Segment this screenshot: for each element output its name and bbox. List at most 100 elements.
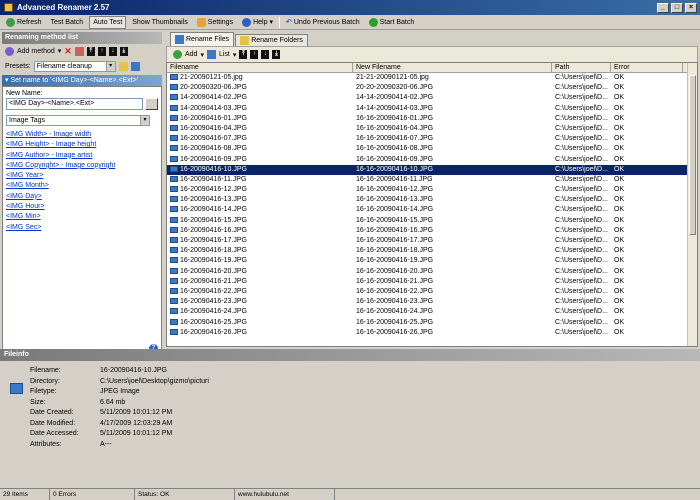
tag-link[interactable]: <IMG Height> - Image height [6, 140, 158, 150]
move-top-icon[interactable]: ⤒ [239, 50, 248, 59]
column-header-filename[interactable]: Filename [167, 63, 353, 72]
folder-icon [240, 36, 250, 45]
cell-filename: 16-20090416-13.JPG [167, 195, 353, 205]
tag-link[interactable]: <IMG Day> [6, 192, 158, 202]
table-row[interactable]: 14-20090414-03.JPG 14-14-20090414-03.JPG C… [167, 104, 697, 114]
move-down-icon[interactable]: ↓ [261, 50, 270, 59]
tag-category-select[interactable]: Image Tags ▾ [6, 115, 150, 126]
table-row[interactable]: 16-20090416-01.JPG 16-16-20090416-01.JPG C… [167, 114, 697, 124]
presets-select[interactable]: Filename cleanup ▾ [33, 60, 116, 72]
open-folder-icon[interactable] [118, 61, 128, 71]
cell-error: OK [614, 257, 625, 265]
vertical-scrollbar[interactable] [687, 63, 697, 346]
move-up-icon[interactable]: ↑ [97, 46, 106, 56]
refresh-button[interactable]: Refresh [3, 16, 45, 29]
add-method-button[interactable]: Add method [17, 48, 55, 55]
help-button[interactable]: Help ▾ [239, 16, 276, 29]
cell-filename: 16-20090416-15.JPG [167, 216, 353, 226]
tag-link[interactable]: <IMG Sec> [6, 223, 158, 233]
app-icon [4, 3, 13, 12]
move-down-icon[interactable]: ↓ [108, 46, 117, 56]
auto-test-toggle[interactable]: Auto Test [89, 15, 127, 29]
table-row[interactable]: 16-20090416-10.JPG 16-16-20090416-10.JPG C… [167, 164, 697, 175]
tab-rename-folders[interactable]: Rename Folders [235, 34, 308, 46]
table-row[interactable]: 16-20090416-08.JPG 16-16-20090416-08.JPG C… [167, 144, 697, 154]
cell-path: C:\Users\joel\D... [555, 257, 608, 265]
table-row[interactable]: 16-20090416-16.JPG 16-16-20090416-16.JPG C… [167, 226, 697, 236]
image-file-icon [170, 267, 178, 274]
table-row[interactable]: 16-20090416-14.JPG 16-16-20090416-14.JPG C… [167, 205, 697, 215]
table-row[interactable]: 16-20090416-25.JPG 16-16-20090416-25.JPG C… [167, 318, 697, 328]
minimize-button[interactable]: _ [657, 2, 669, 13]
tag-link[interactable]: <IMG Hour> [6, 202, 158, 212]
table-row[interactable]: 16-20090416-21.JPG 16-16-20090416-21.JPG C… [167, 277, 697, 287]
method-toolbar: Add method ▾ ✕ ⤒ ↑ ↓ ⤓ [2, 44, 162, 58]
scrollbar-thumb[interactable] [689, 75, 696, 235]
move-bottom-icon[interactable]: ⤓ [119, 46, 128, 56]
table-row[interactable]: 16-20090416-18.JPG 16-16-20090416-18.JPG C… [167, 246, 697, 256]
save-icon[interactable] [130, 61, 140, 71]
table-row[interactable]: 16-20090416-09.JPG 16-16-20090416-09.JPG C… [167, 155, 697, 165]
image-file-icon [170, 237, 178, 243]
tag-link[interactable]: <IMG Year> [6, 171, 158, 181]
table-row[interactable]: 16-20090416-11.JPG 16-16-20090416-11.JPG C… [167, 175, 697, 185]
show-thumbnails-button[interactable]: Show Thumbnails [129, 16, 191, 29]
settings-button[interactable]: Settings [194, 16, 236, 29]
status-url[interactable]: www.hulubulu.net [235, 489, 335, 500]
cell-error: OK [614, 94, 625, 102]
tag-link[interactable]: <IMG Author> - Image artist [6, 151, 158, 161]
table-row[interactable]: 16-20090416-13.JPG 16-16-20090416-13.JPG C… [167, 195, 697, 205]
table-row[interactable]: 16-20090416-12.JPG 16-16-20090416-12.JPG C… [167, 185, 697, 195]
move-bottom-icon[interactable]: ⤓ [272, 50, 281, 59]
new-name-label: New Name: [6, 90, 43, 97]
files-toolbar: Add ▾ List ▾ ⤒ ↑ ↓ ⤓ [166, 46, 698, 62]
table-row[interactable]: 16-20090416-20.JPG 16-16-20090416-20.JPG C… [167, 267, 697, 277]
cell-path: C:\Users\joel\D... [555, 298, 608, 306]
table-row[interactable]: 20-20090320-06.JPG 20-20-20090320-06.JPG C… [167, 83, 697, 93]
maximize-button[interactable]: □ [671, 2, 683, 13]
table-row[interactable]: 14-20090414-02.JPG 14-14-20090414-02.JPG C… [167, 93, 697, 103]
clear-icon[interactable] [74, 46, 84, 56]
delete-icon[interactable]: ✕ [64, 46, 72, 57]
method-item-selected[interactable]: ▾ Set name to '<IMG Day>-<Name>.<Ext>' [2, 75, 162, 86]
tag-browse-button[interactable] [145, 98, 158, 110]
table-row[interactable]: 16-20090416-26.JPG 16-16-20090416-26.JPG C… [167, 328, 697, 338]
column-header-path[interactable]: Path [552, 63, 611, 72]
test-batch-button[interactable]: Test Batch [48, 16, 87, 29]
table-row[interactable]: 21-20090121-05.jpg 21-21-20090121-05.jpg C… [167, 73, 697, 83]
cell-filename: 16-20090416-10.JPG [167, 165, 353, 175]
method-settings: New Name: <IMG Day>-<Name>.<Ext> Image T… [2, 86, 162, 357]
table-row[interactable]: 16-20090416-17.JPG 16-16-20090416-17.JPG C… [167, 236, 697, 246]
table-row[interactable]: 16-20090416-19.JPG 16-16-20090416-19.JPG C… [167, 256, 697, 266]
list-button[interactable]: List [219, 51, 230, 58]
table-row[interactable]: 16-20090416-04.JPG 16-16-20090416-04.JPG C… [167, 124, 697, 134]
undo-batch-button[interactable]: ↶ Undo Previous Batch [283, 16, 363, 29]
table-row[interactable]: 16-20090416-24.JPG 16-16-20090416-24.JPG C… [167, 307, 697, 317]
method-panel: Renaming method list Add method ▾ ✕ ⤒ ↑ … [2, 32, 162, 357]
move-up-icon[interactable]: ↑ [250, 50, 259, 59]
new-name-input[interactable]: <IMG Day>-<Name>.<Ext> [6, 98, 143, 110]
table-row[interactable]: 16-20090416-23.JPG 16-16-20090416-23.JPG C… [167, 297, 697, 307]
cell-new-filename: 16-16-20090416-17.JPG [356, 237, 434, 244]
cell-new-filename: 16-16-20090416-20.JPG [356, 267, 434, 275]
image-file-icon [170, 165, 178, 172]
tab-rename-files[interactable]: Rename Files [170, 32, 235, 46]
fileinfo-value: JPEG Image [100, 388, 140, 395]
table-row[interactable]: 16-20090416-07.JPG 16-16-20090416-07.JPG C… [167, 134, 697, 144]
cell-path: C:\Users\joel\D... [555, 104, 608, 112]
close-button[interactable]: × [685, 2, 697, 13]
tag-link[interactable]: <IMG Width> - Image width [6, 130, 158, 140]
start-batch-button[interactable]: Start Batch [366, 16, 418, 29]
table-row[interactable]: 16-20090416-15.JPG 16-16-20090416-15.JPG C… [167, 216, 697, 226]
fileinfo-key: Filename: [30, 367, 61, 374]
tag-link[interactable]: <IMG Min> [6, 212, 158, 222]
column-header-error[interactable]: Error [611, 63, 683, 72]
column-header-new-filename[interactable]: New Filename [353, 63, 552, 72]
chevron-down-icon: ▾ [57, 48, 62, 55]
tag-link[interactable]: <IMG Copyright> - Image copyright [6, 161, 158, 171]
table-row[interactable]: 16-20090416-22.JPG 16-16-20090416-22.JPG C… [167, 287, 697, 297]
fileinfo-value: 5/11/2009 10:01:12 PM [100, 409, 173, 416]
move-top-icon[interactable]: ⤒ [86, 46, 95, 56]
add-files-button[interactable]: Add [185, 51, 197, 58]
tag-link[interactable]: <IMG Month> [6, 181, 158, 191]
